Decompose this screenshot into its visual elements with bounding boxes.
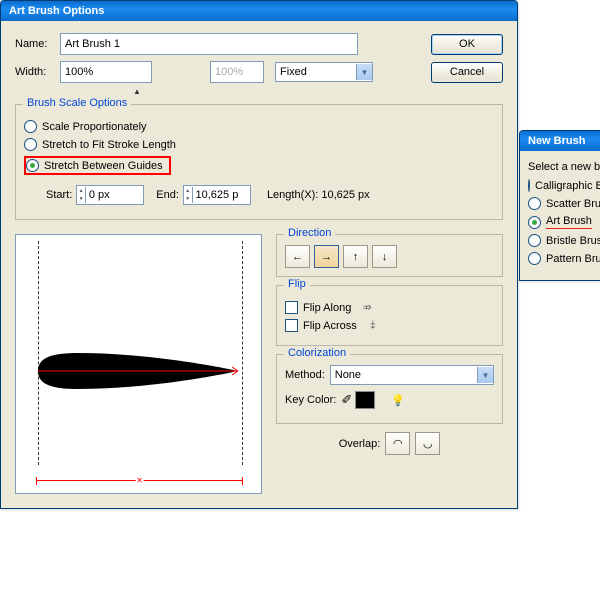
- ok-button[interactable]: OK: [431, 34, 503, 55]
- start-stepper[interactable]: ▲▼: [76, 185, 144, 205]
- overlap-mode1-button[interactable]: ◠: [385, 432, 410, 455]
- keycolor-swatch[interactable]: [355, 391, 375, 409]
- start-label: Start:: [46, 189, 72, 201]
- calligraphic-radio[interactable]: Calligraphic Brush: [528, 179, 600, 192]
- direction-fieldset: Direction ← → ↑ ↓: [276, 234, 503, 277]
- brush-preview: ✕: [15, 234, 262, 494]
- brush-shape-icon: [38, 353, 238, 389]
- pattern-radio[interactable]: Pattern Brush: [528, 252, 600, 265]
- colorization-fieldset: Colorization Method: None▼ Key Color: ✐ …: [276, 354, 503, 424]
- new-brush-titlebar[interactable]: New Brush: [520, 131, 600, 151]
- flip-along-checkbox[interactable]: Flip Along⤃: [285, 301, 494, 314]
- direction-legend: Direction: [284, 227, 335, 239]
- direction-down-button[interactable]: ↓: [372, 245, 397, 268]
- cancel-button[interactable]: Cancel: [431, 62, 503, 83]
- keycolor-label: Key Color:: [285, 394, 336, 406]
- flip-along-icon: ⤃: [356, 301, 378, 314]
- scale-proportionately-radio[interactable]: Scale Proportionately: [24, 120, 494, 133]
- direction-up-button[interactable]: ↑: [343, 245, 368, 268]
- length-label: Length(X): 10,625 px: [267, 189, 370, 201]
- end-stepper[interactable]: ▲▼: [183, 185, 251, 205]
- flip-across-icon: ⤈: [362, 319, 384, 332]
- art-brush-options-dialog: Art Brush Options Name: OK Width: Fixed▼…: [0, 0, 518, 509]
- bristle-radio[interactable]: Bristle Brush: [528, 234, 600, 247]
- end-label: End:: [156, 189, 179, 201]
- direction-left-button[interactable]: ←: [285, 245, 310, 268]
- brush-scale-fieldset: Brush Scale Options Scale Proportionatel…: [15, 104, 503, 220]
- new-brush-prompt: Select a new brush type:: [528, 161, 600, 173]
- dimension-x-icon: ✕: [135, 476, 144, 485]
- method-select[interactable]: None▼: [330, 365, 494, 385]
- stretch-to-fit-radio[interactable]: Stretch to Fit Stroke Length: [24, 138, 494, 151]
- tips-icon[interactable]: 💡: [391, 394, 405, 407]
- width-input[interactable]: [60, 61, 152, 83]
- art-brush-radio[interactable]: Art Brush: [528, 215, 600, 229]
- flip-legend: Flip: [284, 278, 310, 290]
- width-label: Width:: [15, 66, 55, 78]
- highlighted-option: Stretch Between Guides: [24, 156, 171, 175]
- stretch-between-guides-radio[interactable]: Stretch Between Guides: [26, 159, 163, 172]
- slider-handle-icon[interactable]: ▲: [133, 87, 141, 96]
- name-label: Name:: [15, 38, 55, 50]
- flip-across-checkbox[interactable]: Flip Across⤈: [285, 319, 494, 332]
- new-brush-dialog: New Brush Select a new brush type: Calli…: [519, 130, 600, 281]
- overlap-label: Overlap:: [339, 438, 381, 450]
- width-mode-select[interactable]: Fixed▼: [275, 62, 373, 82]
- direction-right-button[interactable]: →: [314, 245, 339, 268]
- name-input[interactable]: [60, 33, 358, 55]
- chevron-down-icon: ▼: [477, 367, 493, 383]
- scatter-radio[interactable]: Scatter Brush: [528, 197, 600, 210]
- chevron-down-icon: ▼: [356, 64, 372, 80]
- scale-legend: Brush Scale Options: [23, 97, 131, 109]
- flip-fieldset: Flip Flip Along⤃ Flip Across⤈: [276, 285, 503, 346]
- method-label: Method:: [285, 369, 325, 381]
- width2-input: [210, 61, 264, 83]
- eyedropper-icon[interactable]: ✐: [341, 392, 352, 408]
- colorization-legend: Colorization: [284, 347, 350, 359]
- dialog-titlebar[interactable]: Art Brush Options: [1, 1, 517, 21]
- overlap-mode2-button[interactable]: ◡: [415, 432, 440, 455]
